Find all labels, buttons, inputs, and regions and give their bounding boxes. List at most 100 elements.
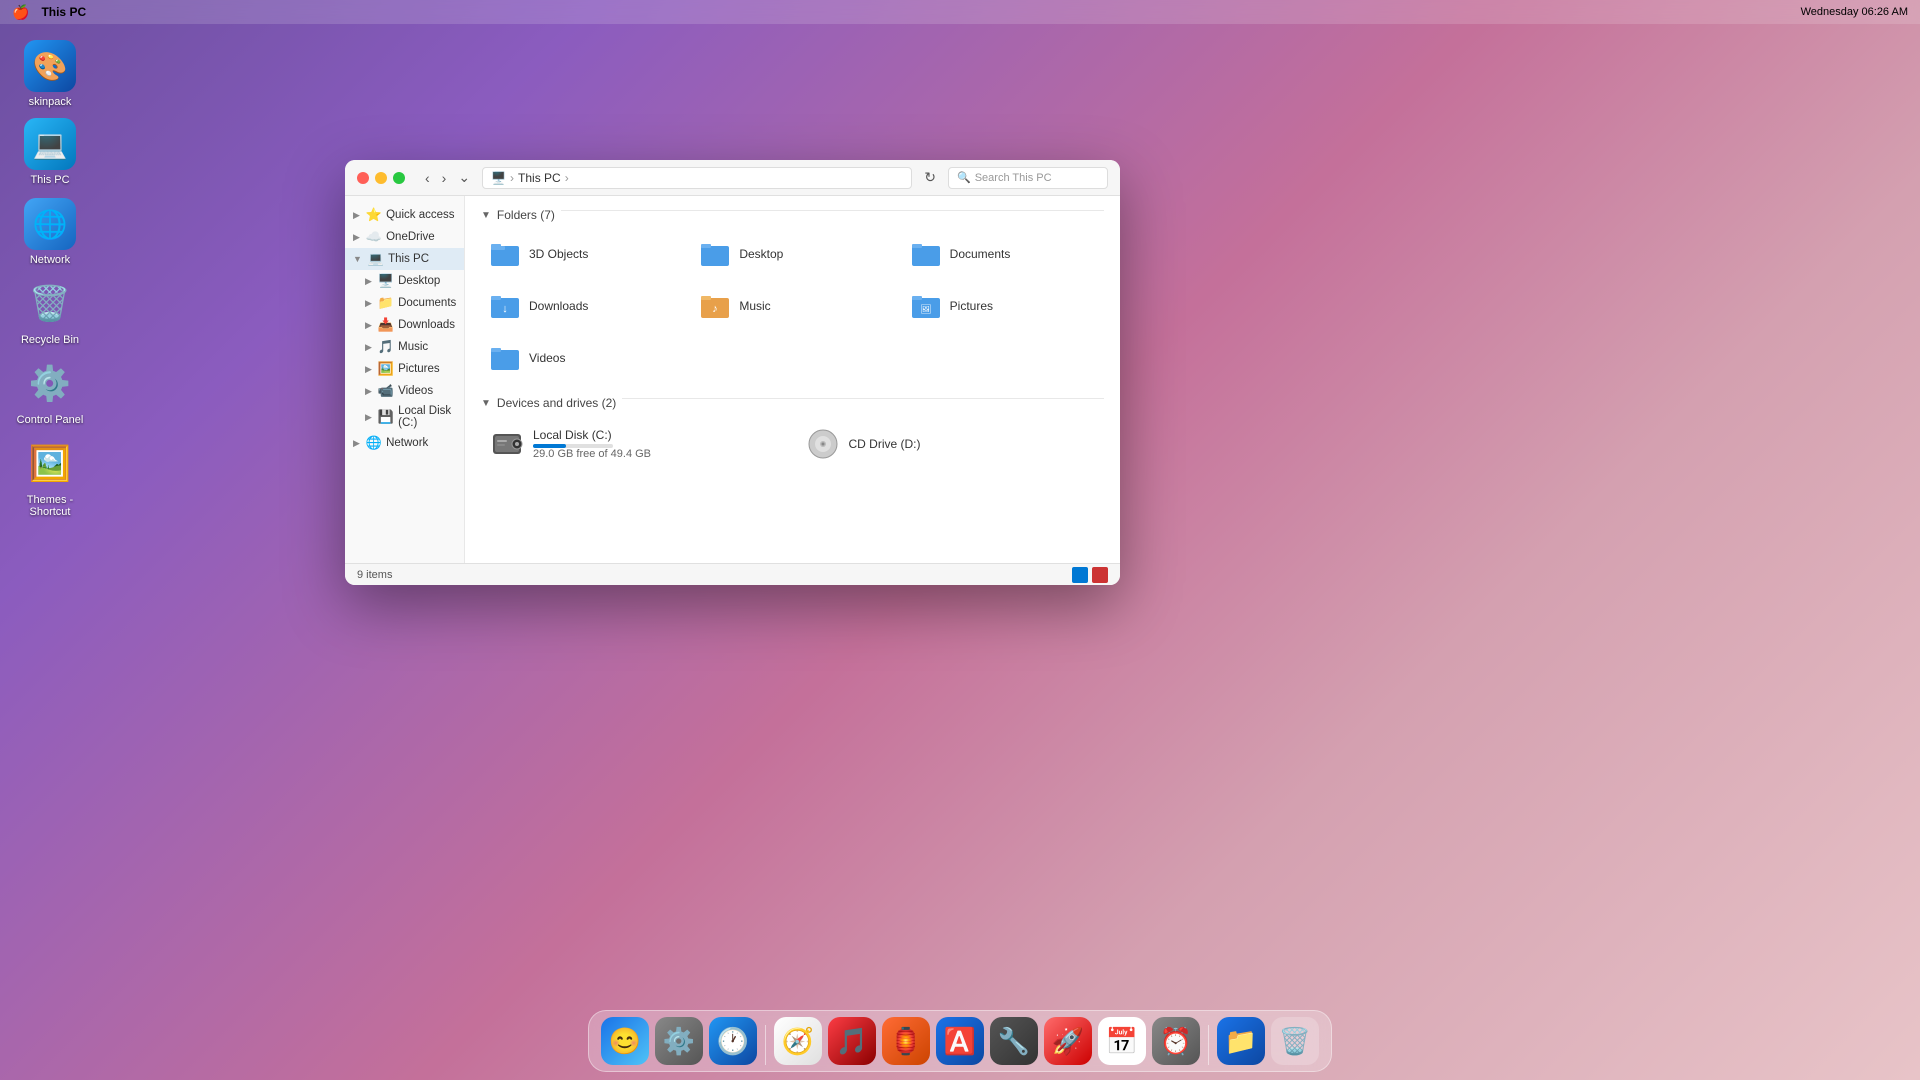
- localdisk-sidebar-icon: 💾: [378, 409, 394, 425]
- folder-item-videos[interactable]: Videos: [481, 336, 683, 380]
- safari-icon: 🧭: [782, 1026, 814, 1057]
- folder-label-videos: Videos: [529, 351, 565, 365]
- timemachine-icon: ⏰: [1160, 1026, 1192, 1057]
- drives-section-header[interactable]: ▼ Devices and drives (2): [481, 396, 1104, 410]
- folder-item-downloads[interactable]: ↓ Downloads: [481, 284, 683, 328]
- search-bar[interactable]: 🔍 Search This PC: [948, 167, 1108, 189]
- folder-icon-videos: [489, 342, 521, 374]
- folder-item-music[interactable]: ♪ Music: [691, 284, 893, 328]
- drive-space-localdisk: 29.0 GB free of 49.4 GB: [533, 448, 651, 460]
- drives-section-label: Devices and drives (2): [497, 396, 616, 410]
- desktop-icon-thispc[interactable]: 💻 This PC: [10, 118, 90, 186]
- folder-item-documents[interactable]: Documents: [902, 232, 1104, 276]
- drive-icon-localdisk: [489, 426, 525, 462]
- folder-label-3dobjects: 3D Objects: [529, 247, 588, 261]
- sidebar-item-pictures[interactable]: ▶ 🖼️ Pictures: [345, 358, 464, 380]
- drive-item-cddrive[interactable]: CD Drive (D:): [797, 420, 1105, 468]
- dock-clock[interactable]: 🕐: [709, 1017, 757, 1065]
- folder-icon-downloads: ↓: [489, 290, 521, 322]
- sidebar-item-thispc[interactable]: ▼ 💻 This PC: [345, 248, 464, 270]
- network-desktop-icon: 🌐: [24, 198, 76, 250]
- folders-section-label: Folders (7): [497, 208, 555, 222]
- dock-calendar[interactable]: 📅: [1098, 1017, 1146, 1065]
- thispc-sidebar-icon: 💻: [368, 251, 384, 267]
- trash-icon: 🗑️: [1279, 1026, 1311, 1057]
- drive-item-localdisk[interactable]: Local Disk (C:) 29.0 GB free of 49.4 GB: [481, 420, 789, 468]
- items-count: 9 items: [357, 569, 392, 581]
- dock-timemachine[interactable]: ⏰: [1152, 1017, 1200, 1065]
- expand-icon: ▼: [353, 254, 362, 264]
- dock-music[interactable]: 🎵: [828, 1017, 876, 1065]
- dock-launchpad[interactable]: 🚀: [1044, 1017, 1092, 1065]
- folder-icon-3dobjects: [489, 238, 521, 270]
- title-bar: ‹ › ⌄ 🖥️ › This PC › ↻ 🔍 Search This PC: [345, 160, 1120, 196]
- menubar-right: Wednesday 06:26 AM: [1801, 6, 1908, 18]
- desktop-icon-network[interactable]: 🌐 Network: [10, 198, 90, 266]
- folder-item-desktop[interactable]: Desktop: [691, 232, 893, 276]
- network-sidebar-label: Network: [386, 437, 428, 449]
- files-icon: 📁: [1225, 1026, 1257, 1057]
- view-icons: [1072, 567, 1108, 583]
- calendar-icon: 📅: [1106, 1026, 1138, 1057]
- dock-system-prefs[interactable]: ⚙️: [655, 1017, 703, 1065]
- dock-appstore[interactable]: 🅰️: [936, 1017, 984, 1065]
- explorer-window: ‹ › ⌄ 🖥️ › This PC › ↻ 🔍 Search This PC …: [345, 160, 1120, 585]
- network-sidebar-icon: 🌐: [366, 435, 382, 451]
- localdisk-sidebar-label: Local Disk (C:): [398, 405, 456, 429]
- folders-section-header[interactable]: ▼ Folders (7): [481, 208, 1104, 222]
- refresh-button[interactable]: ↻: [920, 167, 940, 188]
- maximize-button[interactable]: [393, 172, 405, 184]
- sidebar-item-onedrive[interactable]: ▶ ☁️ OneDrive: [345, 226, 464, 248]
- folder-item-pictures[interactable]: 🖼 Pictures: [902, 284, 1104, 328]
- controlpanel-icon: ⚙️: [24, 358, 76, 410]
- drives-grid: Local Disk (C:) 29.0 GB free of 49.4 GB: [481, 420, 1104, 468]
- sidebar-item-documents[interactable]: ▶ 📁 Documents: [345, 292, 464, 314]
- drive-info-localdisk: Local Disk (C:) 29.0 GB free of 49.4 GB: [533, 428, 651, 460]
- grid-view-button[interactable]: [1072, 567, 1088, 583]
- folder-label-downloads: Downloads: [529, 299, 588, 313]
- desktop-icon-themes[interactable]: 🖼️ Themes - Shortcut: [10, 438, 90, 518]
- forward-button[interactable]: ›: [438, 167, 451, 188]
- dock-finder[interactable]: 😊: [601, 1017, 649, 1065]
- dock-trash[interactable]: 🗑️: [1271, 1017, 1319, 1065]
- desktop-sidebar-icon: 🖥️: [378, 273, 394, 289]
- svg-text:↓: ↓: [502, 303, 508, 315]
- desktop-icon-controlpanel[interactable]: ⚙️ Control Panel: [10, 358, 90, 426]
- sidebar: ▶ ⭐ Quick access ▶ ☁️ OneDrive ▼ 💻 This …: [345, 196, 465, 563]
- breadcrumb[interactable]: 🖥️ › This PC ›: [482, 167, 912, 189]
- sidebar-item-downloads[interactable]: ▶ 📥 Downloads: [345, 314, 464, 336]
- close-button[interactable]: [357, 172, 369, 184]
- expand-icon: ▶: [365, 412, 372, 423]
- dock-safari[interactable]: 🧭: [774, 1017, 822, 1065]
- sidebar-item-videos[interactable]: ▶ 📹 Videos: [345, 380, 464, 402]
- sidebar-item-desktop[interactable]: ▶ 🖥️ Desktop: [345, 270, 464, 292]
- music-app-icon: 🎵: [836, 1026, 868, 1057]
- sidebar-item-network[interactable]: ▶ 🌐 Network: [345, 432, 464, 454]
- downloads-sidebar-label: Downloads: [398, 319, 455, 331]
- dock-files[interactable]: 📁: [1217, 1017, 1265, 1065]
- system-prefs-icon: ⚙️: [663, 1026, 695, 1057]
- minimize-button[interactable]: [375, 172, 387, 184]
- breadcrumb-end-arrow: ›: [565, 171, 569, 185]
- active-app-name: This PC: [41, 5, 86, 19]
- menubar-left: 🍎 This PC: [12, 4, 86, 21]
- dock-migration[interactable]: 🔧: [990, 1017, 1038, 1065]
- list-view-button[interactable]: [1092, 567, 1108, 583]
- expand-icon: ▶: [365, 276, 372, 287]
- themes-label: Themes - Shortcut: [10, 494, 90, 518]
- desktop-icon-skinpack[interactable]: 🎨 skinpack: [10, 40, 90, 108]
- desktop-icon-recycle[interactable]: 🗑️ Recycle Bin: [10, 278, 90, 346]
- sidebar-item-quickaccess[interactable]: ▶ ⭐ Quick access: [345, 204, 464, 226]
- apple-menu[interactable]: 🍎: [12, 4, 29, 21]
- back-button[interactable]: ‹: [421, 167, 434, 188]
- sidebar-item-music[interactable]: ▶ 🎵 Music: [345, 336, 464, 358]
- dropdown-button[interactable]: ⌄: [454, 167, 474, 188]
- svg-text:♪: ♪: [713, 303, 719, 315]
- folder-label-music: Music: [739, 299, 770, 313]
- skinpack-label: skinpack: [29, 96, 72, 108]
- folder-item-3dobjects[interactable]: 3D Objects: [481, 232, 683, 276]
- sidebar-item-localdisk[interactable]: ▶ 💾 Local Disk (C:): [345, 402, 464, 432]
- folders-chevron: ▼: [481, 210, 491, 221]
- drive-icon-cddrive: [805, 426, 841, 462]
- dock-substance[interactable]: 🏮: [882, 1017, 930, 1065]
